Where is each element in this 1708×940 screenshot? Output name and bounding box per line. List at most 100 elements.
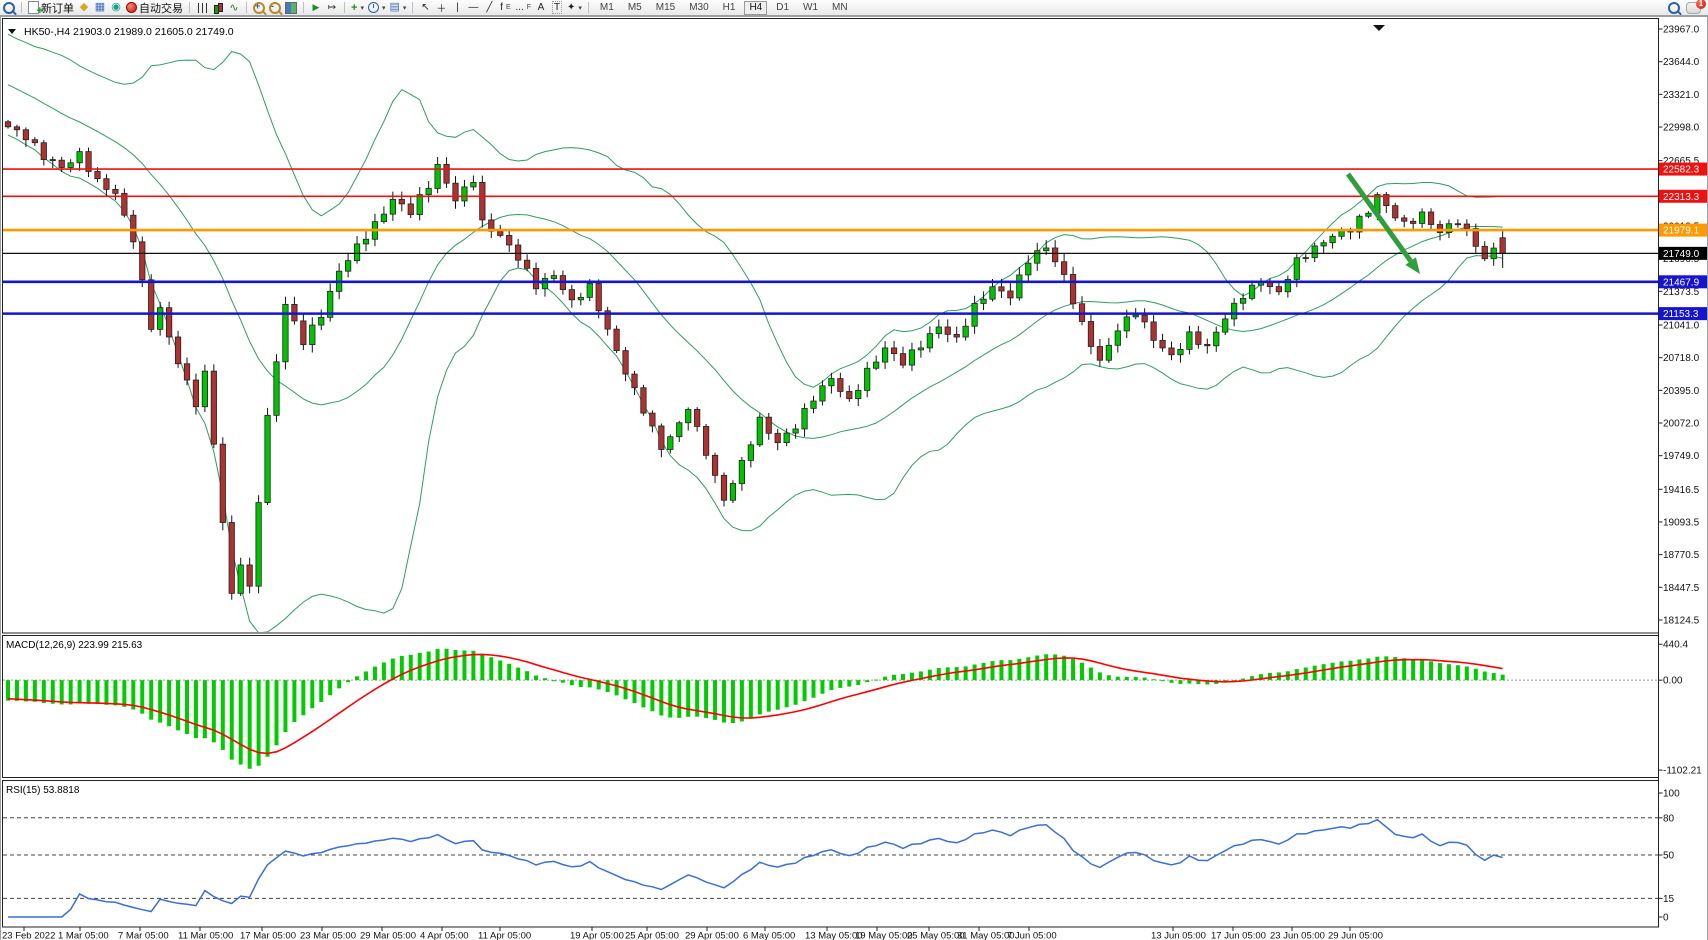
new-order-button[interactable]: 新订单 xyxy=(28,2,74,14)
macd-histogram-bar xyxy=(400,656,404,680)
auto-scroll-button[interactable]: ▶ xyxy=(310,2,322,14)
macd-histogram-bar xyxy=(391,658,395,680)
signals-icon: ◉ xyxy=(111,2,121,13)
text-tool-icon: A xyxy=(538,2,545,13)
line-chart-mode-button[interactable]: ∿ xyxy=(228,2,240,14)
autotrading-button[interactable]: 自动交易 xyxy=(126,2,183,14)
macd-histogram-bar xyxy=(149,680,153,720)
macd-histogram-bar xyxy=(1062,656,1066,680)
zoom-out-button[interactable]: - xyxy=(269,2,281,14)
toolbar-separator xyxy=(189,2,190,13)
shapes-tool-button[interactable]: ✦▾ xyxy=(567,2,582,14)
hk50-h4-chart[interactable]: HK50-,H4 21903.0 21989.0 21605.0 21749.0… xyxy=(0,16,1708,940)
horizontal-line-tool-button[interactable]: — xyxy=(467,2,479,14)
macd-histogram-bar xyxy=(1474,669,1478,680)
bull-candle xyxy=(1187,332,1192,350)
time-axis-label: 4 Apr 05:00 xyxy=(420,931,469,940)
timeframe-h1[interactable]: H1 xyxy=(718,1,741,15)
rsi-axis-label: 100 xyxy=(1663,789,1680,800)
rsi-axis-label: 15 xyxy=(1663,894,1675,905)
macd-histogram-bar xyxy=(6,680,10,700)
vertical-line-tool-button[interactable]: | xyxy=(451,2,463,14)
global-search-button[interactable] xyxy=(1668,2,1680,14)
bull-candle xyxy=(990,287,995,299)
bull-candle xyxy=(802,408,807,429)
add-indicator-button[interactable]: +▾ xyxy=(351,2,364,14)
macd-histogram-bar xyxy=(364,671,368,680)
timeframe-w1[interactable]: W1 xyxy=(798,1,823,15)
bear-candle xyxy=(175,337,180,364)
trendline-tool-button[interactable]: ╱ xyxy=(483,2,495,14)
templates-button[interactable]: ▤▾ xyxy=(389,2,406,14)
macd-histogram-bar xyxy=(570,680,574,685)
macd-histogram-bar xyxy=(1089,668,1093,681)
macd-histogram-bar xyxy=(24,680,28,701)
notifications-button[interactable]: 1 xyxy=(1686,2,1701,14)
timeframe-m30[interactable]: M30 xyxy=(684,1,713,15)
price-axis-label: 23967.0 xyxy=(1663,25,1700,36)
timeframe-m15[interactable]: M15 xyxy=(651,1,680,15)
bar-chart-mode-button[interactable] xyxy=(196,2,208,14)
timeframe-mn[interactable]: MN xyxy=(827,1,853,15)
add-indicator-icon: + xyxy=(351,2,357,14)
channels-tool-button[interactable]: ...F xyxy=(515,2,531,14)
text-tool-button[interactable]: A xyxy=(535,2,547,14)
price-axis-label: 19093.5 xyxy=(1663,517,1700,528)
cursor-tool-button[interactable]: ↖ xyxy=(419,2,431,14)
macd-histogram-bar xyxy=(606,680,610,692)
macd-axis-label: 0.00 xyxy=(1663,676,1683,687)
bull-candle xyxy=(578,297,583,299)
timeframe-h4-active[interactable]: H4 xyxy=(744,1,767,15)
timeframe-d1[interactable]: D1 xyxy=(771,1,794,15)
time-axis-label: 29 Mar 05:00 xyxy=(360,931,416,940)
macd-histogram-bar xyxy=(185,680,189,734)
macd-histogram-bar xyxy=(42,680,46,703)
signals-button[interactable]: ◉ xyxy=(110,2,122,14)
macd-histogram-bar xyxy=(1340,661,1344,680)
label-tool-button[interactable]: T xyxy=(551,2,563,14)
price-axis-label: 21373.5 xyxy=(1663,287,1700,298)
indicators-list-button[interactable]: ◆ xyxy=(78,2,90,14)
bull-candle xyxy=(417,195,422,215)
candlestick-mode-button[interactable] xyxy=(212,2,224,14)
zoom-in-button[interactable]: + xyxy=(253,2,265,14)
chart-shift-button[interactable]: ↦ xyxy=(326,2,338,14)
bear-candle xyxy=(1276,287,1281,292)
market-watch-button[interactable]: ▦ xyxy=(94,2,106,14)
price-axis-label: 18770.5 xyxy=(1663,550,1700,561)
new-order-icon xyxy=(28,1,39,14)
chart-window[interactable]: HK50-,H4 21903.0 21989.0 21605.0 21749.0… xyxy=(0,16,1708,940)
timeframe-m1[interactable]: M1 xyxy=(595,1,619,15)
macd-histogram-bar xyxy=(803,680,807,701)
bear-candle xyxy=(1267,283,1272,287)
bear-candle xyxy=(480,182,485,220)
macd-histogram-bar xyxy=(579,680,583,687)
price-axis-label: 22998.0 xyxy=(1663,123,1700,134)
bear-candle xyxy=(1061,262,1066,275)
timeframe-m5[interactable]: M5 xyxy=(623,1,647,15)
macd-histogram-bar xyxy=(275,680,279,745)
macd-histogram-bar xyxy=(1161,680,1165,681)
price-label-text: 21979.1 xyxy=(1663,226,1700,237)
fibonacci-tool-button[interactable]: fE xyxy=(499,2,511,14)
price-line-axis-label: 21467.9 xyxy=(1659,275,1707,288)
periods-button[interactable]: ▾ xyxy=(368,2,386,14)
bear-candle xyxy=(220,444,225,522)
bull-candle xyxy=(1294,258,1299,280)
bear-candle xyxy=(1142,315,1147,322)
market-search-button[interactable] xyxy=(3,2,15,14)
tile-windows-button[interactable] xyxy=(285,2,297,14)
crosshair-tool-button[interactable]: ＋ xyxy=(435,2,447,14)
bull-candle xyxy=(865,368,870,390)
bear-candle xyxy=(1160,340,1165,348)
bear-candle xyxy=(721,475,726,500)
toolbar-separator xyxy=(246,2,247,13)
macd-histogram-bar xyxy=(588,680,592,687)
bull-candle xyxy=(686,409,691,422)
new-order-label: 新订单 xyxy=(41,0,74,16)
price-axis-label: 23321.0 xyxy=(1663,90,1700,101)
bear-candle xyxy=(712,455,717,475)
market-watch-icon: ▦ xyxy=(95,2,105,13)
macd-histogram-bar xyxy=(1035,656,1039,681)
bear-candle xyxy=(954,334,959,337)
